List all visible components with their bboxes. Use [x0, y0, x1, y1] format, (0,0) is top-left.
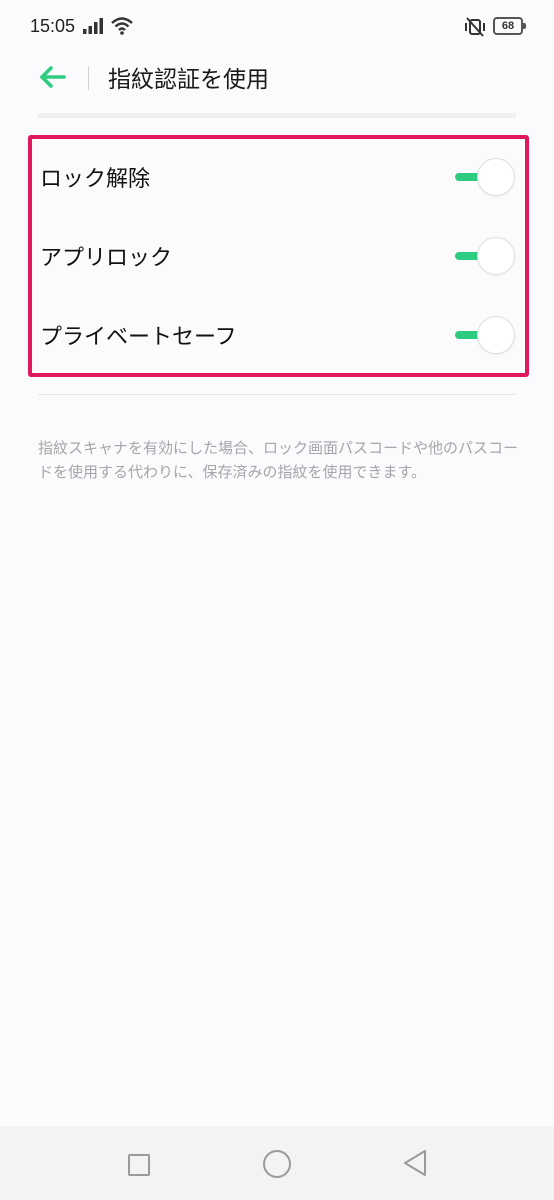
app-lock-toggle[interactable]	[455, 237, 515, 275]
list-divider	[38, 394, 516, 395]
app-header: 指紋認証を使用	[0, 52, 554, 104]
toggle-knob	[477, 158, 515, 196]
setting-row-app-lock[interactable]: アプリロック	[32, 218, 525, 298]
setting-row-unlock[interactable]: ロック解除	[32, 139, 525, 219]
setting-label: プライベートセーフ	[40, 325, 237, 350]
toggle-knob	[477, 237, 515, 275]
toggle-knob	[477, 316, 515, 354]
description-text: 指紋スキャナを有効にした場合、ロック画面パスコードや他のパスコードを使用する代わ…	[38, 439, 519, 481]
battery-icon: 68	[493, 17, 526, 35]
back-icon[interactable]	[402, 1148, 428, 1178]
header-divider	[88, 66, 89, 90]
status-time: 15:05	[30, 16, 76, 36]
signal-icon	[83, 18, 103, 34]
settings-list: ロック解除 アプリロック プライベートセーフ	[28, 135, 529, 377]
home-icon[interactable]	[263, 1150, 291, 1178]
status-bar: 15:05 68	[0, 0, 554, 52]
navigation-bar	[0, 1126, 554, 1200]
wifi-icon	[111, 17, 133, 35]
page-title: 指紋認証を使用	[108, 67, 269, 93]
arrow-left-icon[interactable]	[36, 62, 70, 92]
setting-label: ロック解除	[40, 167, 151, 192]
setting-label: アプリロック	[40, 246, 173, 271]
unlock-toggle[interactable]	[455, 158, 515, 196]
recent-apps-icon[interactable]	[128, 1154, 150, 1176]
vibrate-off-icon	[465, 17, 485, 37]
header-separator	[38, 113, 516, 118]
setting-row-private-safe[interactable]: プライベートセーフ	[32, 297, 525, 377]
private-safe-toggle[interactable]	[455, 316, 515, 354]
